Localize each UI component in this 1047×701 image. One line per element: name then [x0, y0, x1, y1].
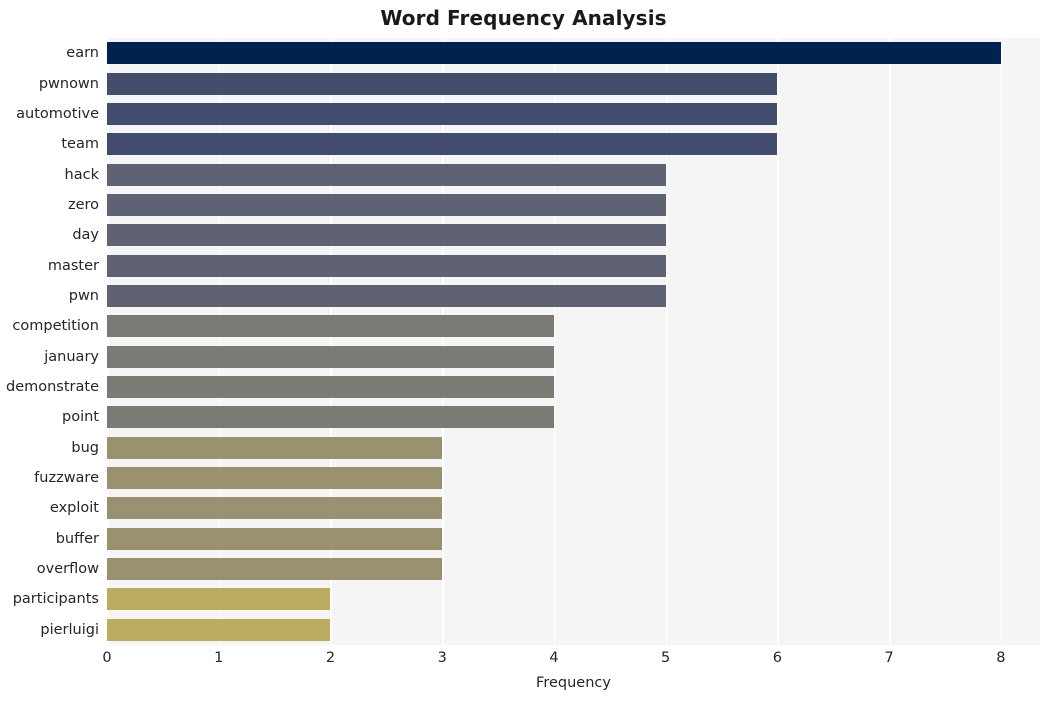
x-tick-label-3: 3	[437, 650, 447, 666]
x-tick-label-4: 4	[549, 650, 559, 666]
x-tick-label-7: 7	[884, 650, 894, 666]
y-tick-label-earn: earn	[66, 45, 99, 62]
y-tick-label-master: master	[47, 257, 99, 274]
y-tick-label-overflow: overflow	[36, 561, 99, 578]
y-tick-label-pierluigi: pierluigi	[40, 621, 99, 638]
bar-pwn[interactable]	[107, 284, 666, 307]
y-tick-label-buffer: buffer	[55, 530, 99, 547]
bar-participants[interactable]	[107, 588, 331, 611]
x-axis-title: Frequency	[536, 675, 611, 691]
bar-zero[interactable]	[107, 193, 666, 216]
bar-pierluigi[interactable]	[107, 618, 331, 641]
bar-bug[interactable]	[107, 436, 443, 459]
bar-exploit[interactable]	[107, 497, 443, 520]
bar-demonstrate[interactable]	[107, 376, 554, 399]
y-tick-label-pwn: pwn	[68, 287, 99, 304]
y-tick-label-exploit: exploit	[49, 500, 99, 517]
bar-pwnown[interactable]	[107, 72, 778, 95]
bars-layer	[107, 38, 1040, 645]
bar-master[interactable]	[107, 254, 666, 277]
y-tick-label-participants: participants	[12, 591, 99, 608]
bar-january[interactable]	[107, 345, 554, 368]
y-tick-label-january: january	[44, 348, 99, 365]
y-tick-label-demonstrate: demonstrate	[5, 379, 99, 396]
x-tick-label-5: 5	[661, 650, 671, 666]
chart-title: Word Frequency Analysis	[380, 6, 667, 30]
bar-automotive[interactable]	[107, 102, 778, 125]
y-tick-label-zero: zero	[67, 196, 99, 213]
x-tick-label-1: 1	[214, 650, 224, 666]
y-tick-label-team: team	[61, 136, 99, 153]
x-tick-label-0: 0	[102, 650, 112, 666]
bar-buffer[interactable]	[107, 527, 443, 550]
y-tick-label-automotive: automotive	[16, 105, 99, 122]
bar-hack[interactable]	[107, 163, 666, 186]
x-tick-label-6: 6	[772, 650, 783, 666]
x-tick-label-8: 8	[996, 650, 1006, 666]
x-axis-ticks: 0 1 2 3 4 5 6 7 8	[102, 648, 1040, 672]
bar-competition[interactable]	[107, 315, 554, 338]
word-frequency-chart: Word Frequency Analysis earn pwnown automo…	[0, 0, 1047, 701]
y-tick-label-competition: competition	[12, 318, 99, 335]
x-tick-label-2: 2	[325, 650, 336, 666]
bar-fuzzware[interactable]	[107, 467, 443, 490]
y-tick-label-fuzzware: fuzzware	[34, 470, 99, 487]
bar-team[interactable]	[107, 133, 778, 156]
y-axis-labels: earn pwnown automotive team hack zero day maste…	[0, 38, 99, 645]
y-tick-label-hack: hack	[64, 166, 99, 183]
bar-overflow[interactable]	[107, 558, 443, 581]
bar-earn[interactable]	[107, 42, 1001, 65]
y-tick-label-point: point	[62, 409, 99, 426]
y-tick-label-bug: bug	[71, 439, 99, 456]
bar-day[interactable]	[107, 224, 666, 247]
bar-point[interactable]	[107, 406, 554, 429]
y-tick-label-pwnown: pwnown	[38, 75, 99, 92]
y-tick-label-day: day	[72, 227, 99, 244]
